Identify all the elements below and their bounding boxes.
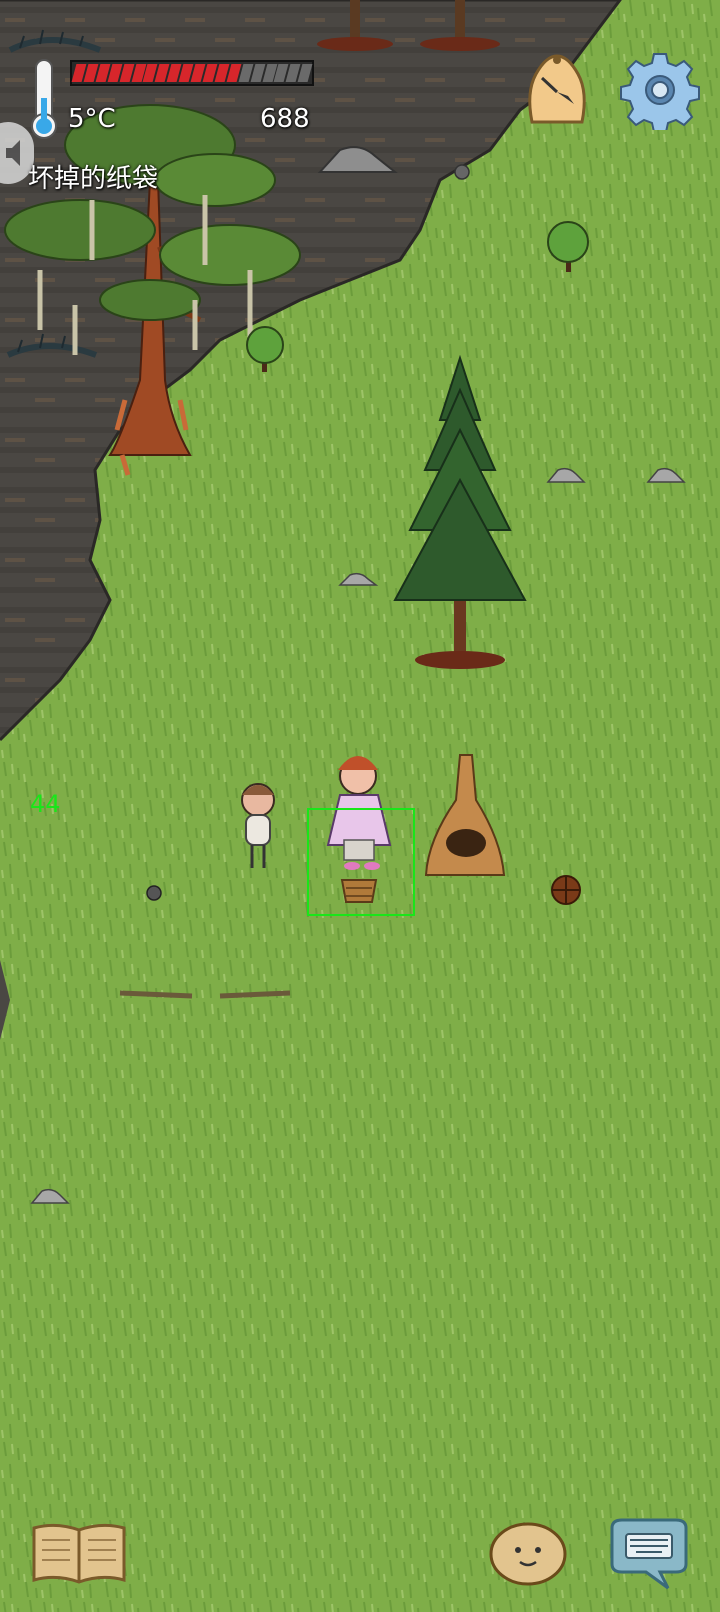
sapling-2: [547, 221, 589, 272]
keyboard-chat-icon[interactable]: [606, 1518, 692, 1592]
tree-top-1: [317, 0, 393, 51]
burr-item: [551, 875, 581, 905]
swamp-reeds-2: [6, 333, 98, 358]
book-icon[interactable]: [30, 1520, 128, 1586]
stick-2: [219, 990, 291, 999]
stone-1: [546, 467, 586, 483]
pine-tree: [393, 354, 527, 669]
adobe-kiln: [424, 754, 506, 876]
stone-4: [30, 1188, 70, 1204]
stone-2: [646, 467, 686, 483]
stick-1: [119, 990, 193, 999]
round-stone: [146, 885, 162, 901]
yum-counter: 688: [260, 104, 310, 134]
selection-box: [307, 808, 415, 916]
tree-top-2: [420, 0, 500, 51]
food-meter: [70, 60, 314, 86]
age-readout: 44: [30, 790, 61, 818]
objects-layer: [4, 0, 686, 1204]
food-pip: [297, 64, 313, 82]
sapling-1: [246, 326, 284, 372]
small-stone: [454, 164, 470, 180]
rock-swamp: [317, 146, 398, 173]
game-world[interactable]: [0, 0, 720, 1612]
clock-icon[interactable]: [522, 52, 592, 124]
stone-3: [338, 572, 379, 586]
face-icon[interactable]: [488, 1520, 568, 1586]
hovered-object-label: 坏掉的纸袋: [28, 164, 159, 194]
gear-icon[interactable]: [620, 50, 700, 133]
temperature-readout: 5°C: [68, 104, 116, 134]
swamp-reeds-1: [8, 29, 102, 53]
child-character: [241, 783, 275, 868]
